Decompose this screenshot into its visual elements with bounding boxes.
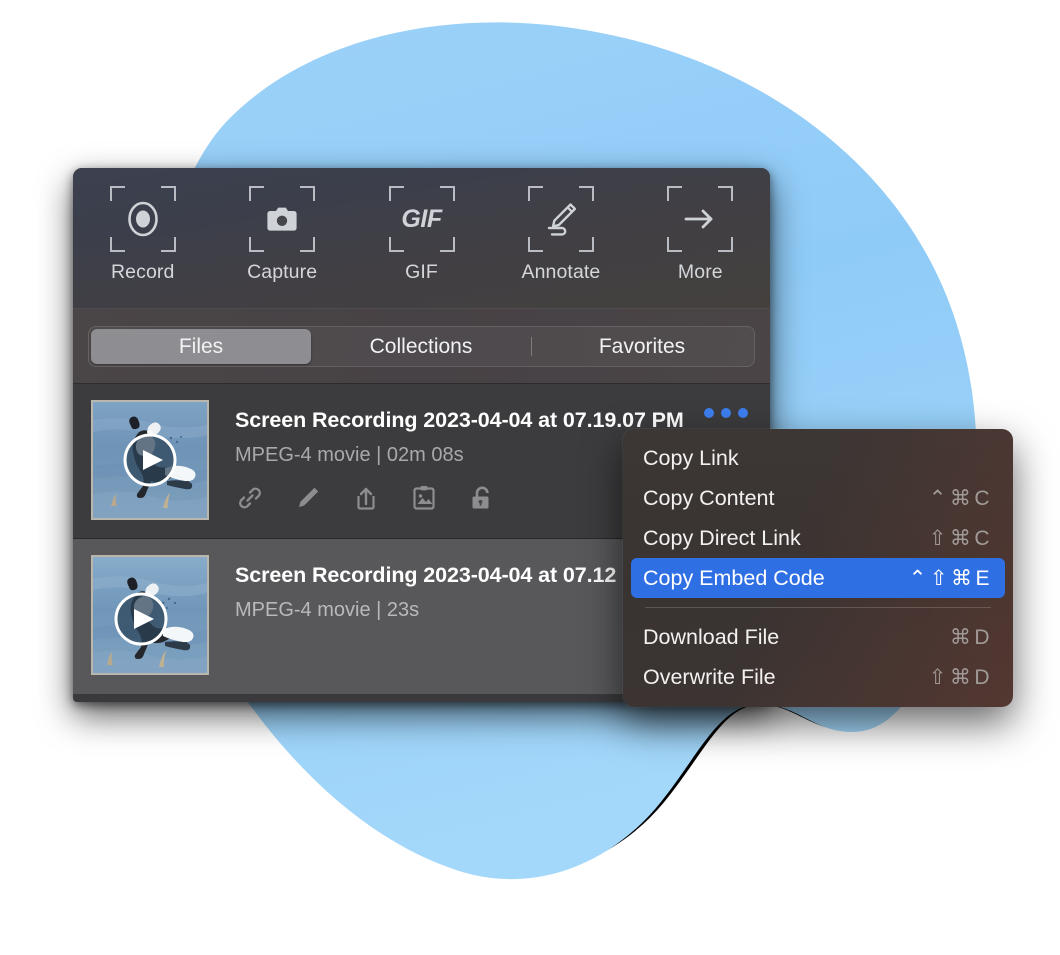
menu-item-label: Copy Embed Code (643, 565, 825, 590)
thumbnail-image (93, 402, 207, 518)
menu-item-shortcut: ⇧⌘D (928, 665, 993, 689)
toolbar-label-capture: Capture (247, 261, 318, 283)
menu-item-shortcut: ⌃⇧⌘E (908, 566, 993, 590)
frame-corner-tr (718, 186, 734, 201)
context-menu: Copy Link Copy Content ⌃⌘C Copy Direct L… (623, 429, 1013, 707)
tab-favorites-label: Favorites (598, 334, 686, 358)
menu-separator (645, 607, 991, 608)
frame-corner-br (578, 237, 594, 252)
frame-corner-br (439, 237, 455, 252)
menu-item-copy-embed-code[interactable]: Copy Embed Code ⌃⇧⌘E (631, 558, 1005, 598)
menu-item-label: Copy Link (643, 445, 739, 470)
menu-item-copy-direct-link[interactable]: Copy Direct Link ⇧⌘C (631, 518, 1005, 558)
tab-bar: Files Collections Favorites (73, 309, 770, 384)
toolbar-label-record: Record (110, 261, 175, 283)
tab-favorites[interactable]: Favorites (532, 329, 752, 364)
copy-link-icon[interactable] (235, 483, 265, 513)
tab-files[interactable]: Files (91, 329, 311, 364)
thumbnail[interactable] (91, 400, 209, 520)
menu-item-overwrite-file[interactable]: Overwrite File ⇧⌘D (631, 657, 1005, 697)
tab-collections-label: Collections (369, 334, 473, 358)
toolbar-item-more[interactable]: More (631, 186, 770, 284)
more-frame (667, 186, 734, 252)
frame-corner-tr (160, 186, 176, 201)
menu-item-shortcut: ⌃⌘C (928, 486, 993, 510)
frame-corner-tr (439, 186, 455, 201)
toolbar-label-more: More (677, 261, 723, 283)
record-frame (109, 186, 176, 252)
capture-frame (249, 186, 316, 252)
annotate-icon[interactable] (293, 483, 323, 513)
menu-item-download-file[interactable]: Download File ⌘D (631, 617, 1005, 657)
frame-corner-tl (667, 186, 683, 201)
tab-files-label: Files (178, 334, 224, 358)
menu-item-copy-content[interactable]: Copy Content ⌃⌘C (631, 478, 1005, 518)
toolbar-item-record[interactable]: Record (73, 186, 212, 284)
frame-corner-tl (249, 186, 265, 201)
frame-corner-tr (300, 186, 316, 201)
toolbar-item-annotate[interactable]: Annotate (491, 186, 630, 284)
toolbar-label-gif: GIF (405, 261, 438, 283)
frame-corner-tl (527, 186, 543, 201)
dot-2 (721, 408, 731, 418)
frame-corner-tl (109, 186, 125, 201)
capture-toolbar: Record Capture GIF GIF Annotate More (73, 168, 770, 309)
frame-corner-bl (527, 237, 543, 252)
menu-item-shortcut: ⌘D (949, 625, 993, 649)
save-image-icon[interactable] (409, 483, 439, 513)
record-icon (127, 201, 158, 237)
menu-item-label: Overwrite File (643, 664, 776, 689)
frame-corner-tr (578, 186, 594, 201)
more-options-button[interactable] (704, 408, 748, 418)
dot-1 (704, 408, 714, 418)
frame-corner-bl (109, 237, 125, 252)
frame-corner-br (718, 237, 734, 252)
share-icon[interactable] (351, 483, 381, 513)
annotate-frame (527, 186, 594, 252)
camera-icon (267, 207, 297, 231)
menu-item-label: Download File (643, 624, 780, 649)
menu-item-label: Copy Content (643, 485, 775, 510)
frame-corner-br (160, 237, 176, 252)
menu-item-copy-link[interactable]: Copy Link (631, 438, 1005, 478)
tab-collections[interactable]: Collections (311, 329, 531, 364)
segmented-control: Files Collections Favorites (88, 326, 755, 367)
gif-icon: GIF (401, 204, 442, 233)
menu-item-label: Copy Direct Link (643, 525, 801, 550)
toolbar-label-annotate: Annotate (521, 261, 601, 283)
thumbnail-image (93, 557, 207, 673)
toolbar-item-capture[interactable]: Capture (212, 186, 351, 284)
unlock-icon[interactable] (467, 483, 497, 513)
frame-corner-br (300, 237, 316, 252)
toolbar-item-gif[interactable]: GIF GIF (352, 186, 491, 284)
frame-corner-bl (388, 237, 404, 252)
dot-3 (738, 408, 748, 418)
menu-item-shortcut: ⇧⌘C (928, 526, 993, 550)
frame-corner-bl (667, 237, 683, 252)
thumbnail[interactable] (91, 555, 209, 675)
arrow-right-icon (684, 209, 713, 229)
frame-corner-tl (388, 186, 404, 201)
frame-corner-bl (249, 237, 265, 252)
pencil-annotate-icon (547, 203, 577, 236)
gif-frame: GIF (388, 186, 455, 252)
